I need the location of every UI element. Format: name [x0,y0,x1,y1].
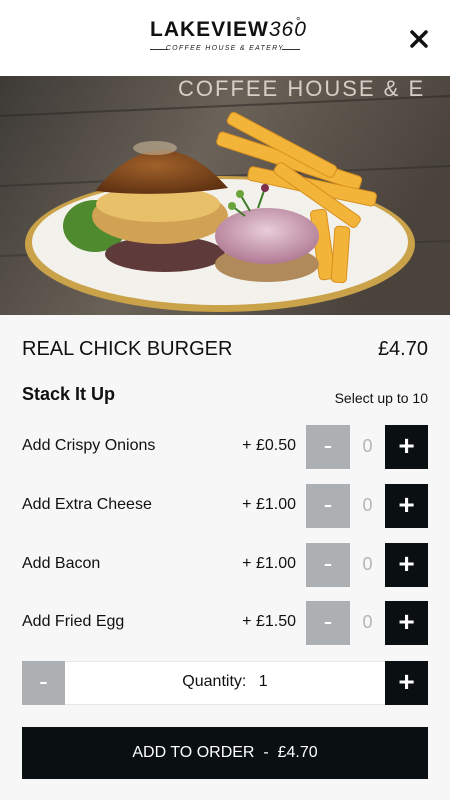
product-image: COFFEE HOUSE & E [0,76,450,315]
option-count: 0 [362,612,373,632]
decrease-button[interactable]: - [306,601,350,645]
option-price: + £1.00 [242,496,296,513]
wall-sign-text: COFFEE HOUSE & E [178,76,425,101]
quantity-display: Quantity: 1 [65,673,385,691]
quantity-decrease-button[interactable]: - [22,661,65,705]
modifier-group-limit: Select up to 10 [334,390,428,406]
option-label: Add Fried Egg [22,613,125,630]
option-row-extra-cheese: Add Extra Cheese + £1.00 - 0 + [0,484,450,528]
increase-button[interactable]: + [385,543,428,587]
quantity-increase-button[interactable]: + [385,661,428,705]
decrease-button[interactable]: - [306,484,350,528]
option-price: + £0.50 [242,437,296,454]
product-price: £4.70 [377,338,428,360]
increase-button[interactable]: + [385,425,428,469]
option-count: 0 [362,495,373,515]
quantity-value: 1 [258,673,268,690]
option-count: 0 [362,436,373,456]
quantity-label: Quantity: [182,673,247,690]
option-price: + £1.50 [242,613,296,630]
add-to-order-button[interactable]: ADD TO ORDER - £4.70 [22,727,428,779]
increase-button[interactable]: + [385,601,428,645]
product-name: REAL CHICK BURGER [22,338,233,360]
modifier-group-title: Stack It Up [22,384,116,404]
option-row-fried-egg: Add Fried Egg + £1.50 - 0 + [0,601,450,645]
add-to-order-separator: - [263,744,269,761]
option-label: Add Bacon [22,555,101,572]
add-to-order-total: £4.70 [277,744,318,761]
logo-wordmark: LAKEVIEW360 [150,18,307,41]
logo-tagline: COFFEE HOUSE & EATERY [150,45,300,52]
header: LAKEVIEW360 ° COFFEE HOUSE & EATERY [0,0,450,76]
option-price: + £1.00 [242,555,296,572]
decrease-button[interactable]: - [306,543,350,587]
brand-logo: LAKEVIEW360 ° COFFEE HOUSE & EATERY [150,16,307,60]
option-row-bacon: Add Bacon + £1.00 - 0 + [0,543,450,587]
logo-degree: ° [296,16,301,28]
option-label: Add Crispy Onions [22,437,156,454]
add-to-order-label: ADD TO ORDER [132,744,255,761]
close-icon [410,30,428,48]
option-row-crispy-onions: Add Crispy Onions + £0.50 - 0 + [0,425,450,469]
increase-button[interactable]: + [385,484,428,528]
close-button[interactable] [405,25,433,53]
decrease-button[interactable]: - [306,425,350,469]
option-label: Add Extra Cheese [22,496,152,513]
option-count: 0 [362,554,373,574]
